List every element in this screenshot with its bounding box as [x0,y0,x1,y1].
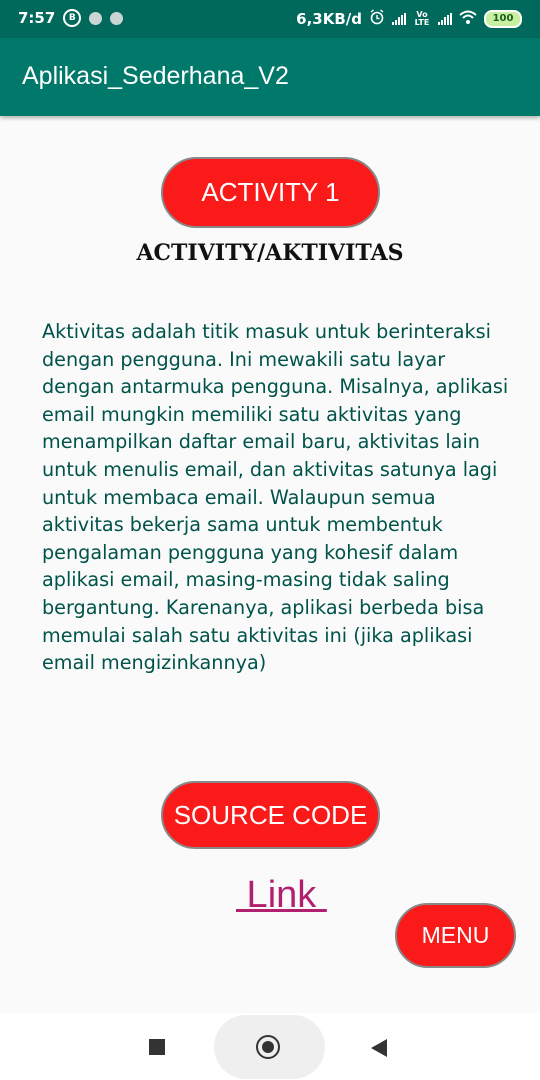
navigation-bar [0,1013,540,1080]
dot-icon [89,11,103,25]
dot-icon [110,11,124,25]
network-speed: 6,3KB/d [296,10,362,28]
source-code-button[interactable]: SOURCE CODE [161,781,380,849]
alarm-icon [369,9,385,29]
status-right: 6,3KB/d Vo LTE 100 [296,9,522,29]
description-text: Aktivitas adalah titik masuk untuk berin… [42,320,509,675]
back-triangle-icon[interactable] [371,1039,387,1057]
signal-icon [438,13,452,25]
lte-label: Vo LTE [414,10,430,27]
status-time: 7:57 [18,9,56,27]
signal-icon [392,13,406,25]
page-heading: ACTIVITY/AKTIVITAS [136,240,404,266]
app-bar: Aplikasi_Sederhana_V2 [0,38,540,116]
status-bar: 7:57 B 6,3KB/d Vo LTE 100 [0,0,540,38]
menu-button[interactable]: MENU [395,903,516,968]
activity-1-button[interactable]: ACTIVITY 1 [161,157,380,228]
home-circle-icon[interactable] [256,1035,280,1059]
link-text[interactable]: Link [236,874,327,917]
wifi-icon [459,10,477,28]
battery-icon: 100 [484,10,522,28]
b-circle-icon: B [63,9,82,27]
app-title: Aplikasi_Sederhana_V2 [22,62,289,90]
recents-square-icon[interactable] [149,1039,165,1055]
status-left: 7:57 B [18,9,124,27]
